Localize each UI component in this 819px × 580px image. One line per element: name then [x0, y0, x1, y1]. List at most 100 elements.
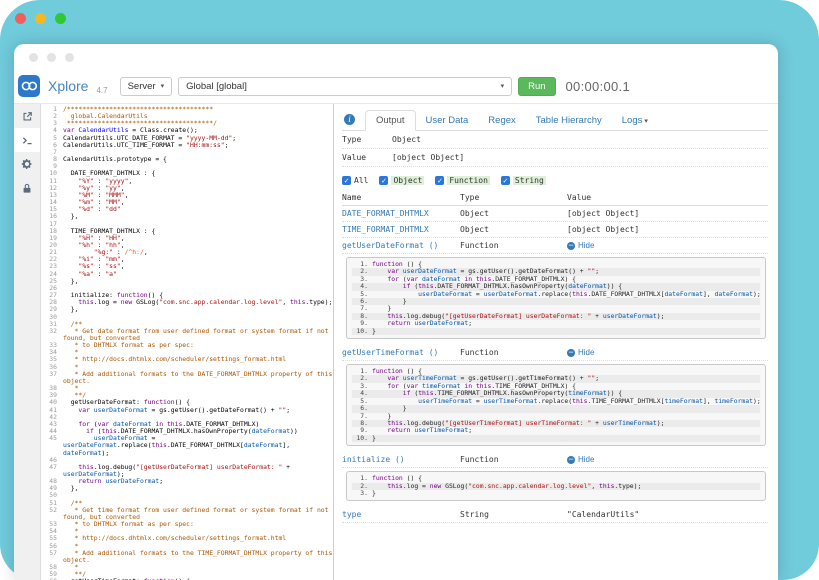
filter-label: All	[354, 176, 368, 185]
code-line: 9. return userDateFormat;	[352, 320, 760, 327]
result-name-link[interactable]: getUserTimeFormat ()	[342, 348, 438, 357]
result-value: "CalendarUtils"	[567, 510, 639, 519]
app-window: Xplore 4.7 Server ▾ Global [global] ▾ Ru…	[14, 44, 778, 580]
scope-combobox[interactable]: Global [global] ▾	[178, 77, 512, 96]
code-line: 2. this.log = new GSLog("com.snc.app.cal…	[352, 483, 760, 490]
console-icon	[22, 135, 33, 146]
editor-line: 16 },	[41, 213, 333, 220]
run-button[interactable]: Run	[518, 77, 555, 96]
type-filters: ✓All✓Object✓Function✓String	[342, 176, 768, 185]
result-name-link[interactable]: getUserDateFormat ()	[342, 241, 438, 250]
collapse-minus-icon: −	[567, 456, 575, 464]
result-type: Function	[460, 455, 567, 464]
sidebar-item-gear-icon[interactable]	[14, 152, 40, 176]
editor-line: 25 },	[41, 278, 333, 285]
app-header: Xplore 4.7 Server ▾ Global [global] ▾ Ru…	[14, 71, 778, 104]
sidebar-item-open-external-icon[interactable]	[14, 104, 40, 128]
hide-toggle-link[interactable]: −Hide	[567, 241, 768, 250]
result-name-link[interactable]: type	[342, 510, 361, 519]
server-dropdown[interactable]: Server ▾	[120, 77, 173, 96]
editor-line: 30	[41, 314, 333, 321]
result-name-link[interactable]: TIME_FORMAT_DHTMLX	[342, 225, 429, 234]
editor-line: 28 this.log = new GSLog("com.snc.app.cal…	[41, 299, 333, 306]
result-type: Function	[460, 348, 567, 357]
close-dot-icon	[15, 13, 26, 24]
result-summary-row: Value[object Object]	[342, 149, 768, 167]
sidebar-item-console-icon[interactable]	[14, 128, 40, 152]
tab-regex[interactable]: Regex	[478, 111, 525, 130]
line-number: 45	[41, 435, 57, 442]
code-line: 5. userDateFormat = userDateFormat.repla…	[352, 291, 760, 298]
line-number: 37	[41, 371, 57, 378]
code-line: 5. userTimeFormat = userTimeFormat.repla…	[352, 398, 760, 405]
code-line-number: 10.	[352, 435, 368, 442]
column-header-name: Name	[342, 193, 460, 202]
hide-label: Hide	[578, 455, 594, 464]
result-name-link[interactable]: DATE_FORMAT_DHTMLX	[342, 209, 429, 218]
filter-all[interactable]: ✓All	[342, 176, 368, 185]
editor-line: 55 * http://docs.dhtmlx.com/scheduler/se…	[41, 535, 333, 542]
main-content: 1/**************************************…	[14, 104, 778, 580]
app-version: 4.7	[96, 86, 107, 95]
checkbox-checked-icon[interactable]: ✓	[435, 176, 444, 185]
screenshot-stage: Xplore 4.7 Server ▾ Global [global] ▾ Ru…	[0, 0, 819, 580]
filter-object[interactable]: ✓Object	[379, 176, 424, 185]
code-line: 3.}	[352, 490, 760, 497]
function-source-block: 1.function () {2. this.log = new GSLog("…	[346, 471, 766, 501]
lock-icon	[22, 183, 32, 194]
result-summary-row: TypeObject	[342, 131, 768, 149]
filter-label: Function	[447, 176, 490, 185]
app-title: Xplore	[48, 78, 88, 94]
hide-toggle-link[interactable]: −Hide	[567, 455, 768, 464]
filter-function[interactable]: ✓Function	[435, 176, 490, 185]
editor-line: 52 * Get time format from user defined f…	[41, 507, 333, 521]
checkbox-checked-icon[interactable]: ✓	[379, 176, 388, 185]
filter-string[interactable]: ✓String	[501, 176, 546, 185]
result-name-link[interactable]: initialize ()	[342, 455, 405, 464]
checkbox-checked-icon[interactable]: ✓	[501, 176, 510, 185]
code-editor[interactable]: 1/**************************************…	[41, 104, 334, 580]
code-line: 6. }	[352, 298, 760, 305]
tab-logs[interactable]: Logs ▾	[612, 111, 658, 130]
editor-line: 24 "%a" : "a"	[41, 271, 333, 278]
collapse-minus-icon: −	[567, 242, 575, 250]
result-row: TIME_FORMAT_DHTMLX Object[object Object]	[342, 222, 768, 238]
result-row: getUserDateFormat ()Function−Hide	[342, 238, 768, 254]
editor-line: 37 * Add additional formats to the DATE_…	[41, 371, 333, 385]
sidebar-item-lock-icon[interactable]	[14, 176, 40, 200]
execution-timer: 00:00:00.1	[566, 79, 630, 94]
filter-label: Object	[391, 176, 424, 185]
editor-line: 6CalendarUtils.UTC_TIME_FORMAT = "HH:mm:…	[41, 142, 333, 149]
result-value: [object Object]	[567, 225, 639, 234]
info-icon[interactable]: i	[344, 114, 355, 125]
hide-toggle-link[interactable]: −Hide	[567, 348, 768, 357]
result-type: Object	[460, 225, 567, 234]
code-line: 10.}	[352, 435, 760, 442]
chevron-down-icon: ▾	[501, 82, 505, 90]
editor-line: 47 this.log.debug("[getUserDateFormat] u…	[41, 464, 333, 478]
tool-sidebar	[14, 104, 41, 580]
tab-table-hierarchy[interactable]: Table Hierarchy	[526, 111, 612, 130]
code-line: 10.}	[352, 328, 760, 335]
editor-line: 53 * to DHTMLX format as per spec:	[41, 521, 333, 528]
function-source-block: 1.function () {2. var userTimeFormat = g…	[346, 364, 766, 446]
chevron-down-icon: ▾	[642, 118, 647, 125]
editor-line: 33 * to DHTMLX format as per spec:	[41, 342, 333, 349]
editor-line: 29 },	[41, 306, 333, 313]
checkbox-checked-icon[interactable]: ✓	[342, 176, 351, 185]
result-type: String	[460, 510, 567, 519]
tab-user-data[interactable]: User Data	[416, 111, 479, 130]
code-line-number: 3.	[352, 490, 368, 497]
editor-line: 49 },	[41, 485, 333, 492]
window-dot-icon	[29, 53, 38, 62]
editor-line: 57 * Add additional formats to the TIME_…	[41, 550, 333, 564]
tab-output[interactable]: Output	[365, 110, 416, 131]
minimize-dot-icon	[35, 13, 46, 24]
output-panel: i OutputUser DataRegexTable HierarchyLog…	[334, 104, 778, 580]
function-source-block: 1.function () {2. var userDateFormat = g…	[346, 257, 766, 339]
summary-value: [object Object]	[392, 153, 464, 162]
window-chrome	[14, 44, 778, 71]
editor-line: 35 * http://docs.dhtmlx.com/scheduler/se…	[41, 356, 333, 363]
result-row: DATE_FORMAT_DHTMLXObject[object Object]	[342, 206, 768, 222]
line-number: 57	[41, 550, 57, 557]
